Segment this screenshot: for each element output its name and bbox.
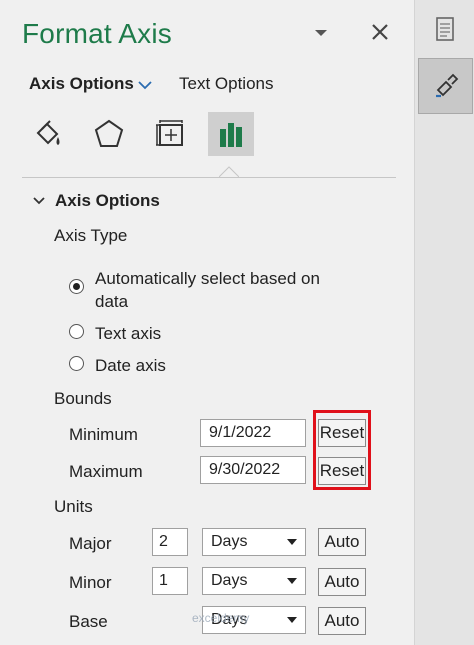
radio-auto-select[interactable]: [69, 279, 84, 294]
maximum-label: Maximum: [69, 462, 143, 481]
reset-buttons-highlight: [313, 410, 371, 490]
effects-button[interactable]: [86, 112, 132, 156]
tab-text-options[interactable]: Text Options: [179, 74, 274, 94]
minor-unit-dropdown[interactable]: Days: [202, 567, 306, 595]
dropdown-arrow-icon: [287, 578, 297, 584]
size-properties-button[interactable]: [148, 112, 194, 156]
major-unit-dropdown[interactable]: Days: [202, 528, 306, 556]
minimum-label: Minimum: [69, 425, 138, 444]
fill-line-icon: [36, 120, 60, 145]
close-icon[interactable]: [368, 20, 392, 44]
bounds-label: Bounds: [54, 389, 112, 408]
dropdown-arrow-icon: [287, 617, 297, 623]
base-auto-button[interactable]: Auto: [318, 607, 366, 635]
pane-title: Format Axis: [22, 18, 173, 49]
effects-pentagon-icon: [94, 119, 124, 147]
radio-auto-select-label[interactable]: Automatically select based on: [95, 269, 320, 289]
axis-options-button[interactable]: [208, 112, 254, 156]
dropdown-arrow-icon: [287, 539, 297, 545]
radio-date-axis-label[interactable]: Date axis: [95, 356, 166, 376]
fill-line-button[interactable]: [24, 112, 70, 156]
right-side-toolbar: [414, 0, 474, 645]
task-pane-options-icon[interactable]: [312, 26, 330, 40]
major-auto-button[interactable]: Auto: [318, 528, 366, 556]
major-unit-input[interactable]: 2: [152, 528, 188, 556]
chevron-down-icon[interactable]: [136, 78, 154, 92]
base-label: Base: [69, 612, 108, 631]
format-axis-pane: Format Axis Axis Options Text Options Ax…: [0, 0, 414, 645]
minor-auto-button[interactable]: Auto: [318, 568, 366, 596]
divider: [22, 177, 396, 178]
maximum-bound-input[interactable]: 9/30/2022: [200, 456, 306, 484]
document-icon: [435, 17, 454, 41]
data-pane-button[interactable]: [418, 2, 471, 56]
section-title-axis-options[interactable]: Axis Options: [55, 191, 160, 211]
minor-unit-input[interactable]: 1: [152, 567, 188, 595]
tab-axis-options[interactable]: Axis Options: [29, 74, 134, 94]
collapse-chevron-icon[interactable]: [32, 195, 46, 207]
major-unit-dropdown-value: Days: [211, 533, 248, 550]
minor-unit-dropdown-value: Days: [211, 572, 248, 589]
units-label: Units: [54, 497, 93, 516]
radio-text-axis-label[interactable]: Text axis: [95, 324, 161, 344]
size-properties-icon: [156, 120, 183, 146]
minimum-bound-input[interactable]: 9/1/2022: [200, 419, 306, 447]
format-pane-button[interactable]: [418, 58, 473, 114]
minor-label: Minor: [69, 573, 112, 592]
major-label: Major: [69, 534, 112, 553]
radio-auto-select-label-line2[interactable]: data: [95, 292, 128, 312]
watermark: exceldemy: [192, 611, 250, 625]
paint-brush-icon: [435, 73, 458, 98]
axis-options-bar-chart-icon: [220, 123, 242, 147]
selected-tab-pointer: [219, 166, 239, 177]
axis-type-label: Axis Type: [54, 226, 128, 245]
radio-date-axis[interactable]: [69, 356, 84, 371]
radio-text-axis[interactable]: [69, 324, 84, 339]
